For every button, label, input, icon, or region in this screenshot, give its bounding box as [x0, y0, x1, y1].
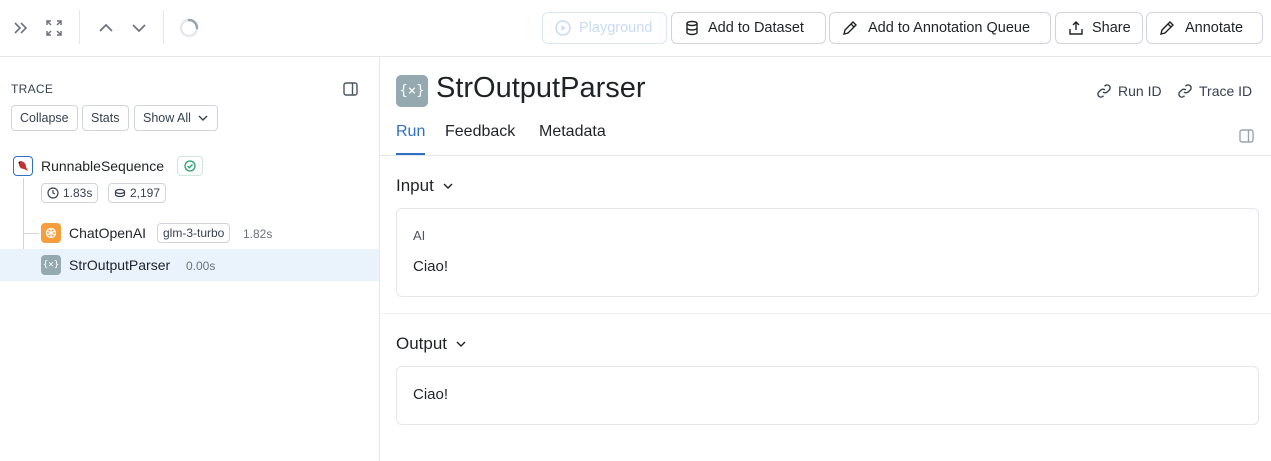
parser-icon: {×}	[396, 75, 428, 107]
toolbar-divider	[79, 10, 80, 44]
tab-metadata[interactable]: Metadata	[539, 123, 606, 141]
tree-node-stroutputparser[interactable]: {×} StrOutputParser 0.00s	[0, 249, 379, 281]
top-toolbar: Playground Add to Dataset Add to Annotat…	[0, 0, 1271, 57]
chevron-down-icon	[456, 341, 466, 347]
openai-icon	[41, 223, 61, 243]
run-id-label: Run ID	[1118, 83, 1162, 99]
trace-panel: TRACE Collapse Stats Show All RunnableSe…	[0, 57, 380, 461]
stats-button[interactable]: Stats	[82, 105, 129, 131]
message-content: Ciao!	[413, 258, 449, 275]
previous-run-icon[interactable]	[94, 16, 118, 40]
annotate-label: Annotate	[1185, 20, 1244, 36]
trace-id-link[interactable]: Trace ID	[1177, 83, 1252, 99]
tab-run[interactable]: Run	[396, 123, 425, 141]
parser-icon: {×}	[41, 255, 61, 275]
share-button[interactable]: Share	[1055, 12, 1143, 44]
coins-icon	[114, 188, 126, 198]
status-badge	[177, 156, 203, 176]
check-circle-icon	[184, 160, 196, 172]
add-to-queue-label: Add to Annotation Queue	[868, 20, 1031, 36]
duration-value: 1.83s	[63, 186, 93, 200]
playground-button[interactable]: Playground	[542, 12, 667, 44]
output-card: Ciao!	[396, 366, 1259, 425]
output-section-toggle[interactable]: Output	[396, 334, 467, 354]
tree-node-chatopenai[interactable]: ChatOpenAI glm-3-turbo 1.82s	[0, 217, 379, 249]
trace-id-label: Trace ID	[1199, 83, 1253, 99]
loading-spinner-icon	[177, 16, 201, 40]
message-role: AI	[413, 228, 426, 243]
pencil-icon	[843, 21, 857, 35]
pencil-icon	[1160, 21, 1174, 35]
input-card: AI Ciao!	[396, 208, 1259, 297]
upload-icon	[1069, 21, 1083, 35]
chevron-down-icon	[443, 183, 453, 189]
next-run-icon[interactable]	[127, 16, 151, 40]
input-title: Input	[396, 176, 434, 195]
show-all-label: Show All	[143, 111, 191, 125]
token-count: 2,197	[130, 186, 161, 200]
panel-toggle-icon[interactable]	[343, 82, 358, 101]
share-label: Share	[1092, 20, 1131, 36]
clock-icon	[47, 187, 59, 199]
parrot-icon	[13, 156, 33, 176]
node-duration: 1.82s	[243, 227, 273, 241]
play-icon	[555, 20, 571, 36]
node-name: StrOutputParser	[69, 257, 171, 273]
token-badge: 2,197	[108, 183, 167, 203]
collapse-label: Collapse	[20, 111, 69, 125]
run-detail-panel: {×} StrOutputParser Run ID Trace ID Run …	[380, 57, 1271, 461]
collapse-button[interactable]: Collapse	[11, 105, 78, 131]
chevron-down-icon	[198, 115, 208, 121]
node-name: RunnableSequence	[41, 158, 164, 174]
show-all-dropdown[interactable]: Show All	[134, 105, 218, 131]
trace-header: TRACE	[11, 82, 54, 96]
stats-label: Stats	[91, 111, 120, 125]
add-to-annotation-queue-button[interactable]: Add to Annotation Queue	[829, 12, 1051, 44]
input-section-toggle[interactable]: Input	[396, 176, 454, 196]
tab-feedback[interactable]: Feedback	[445, 123, 515, 141]
link-icon	[1178, 84, 1192, 98]
duration-badge: 1.83s	[41, 183, 99, 203]
annotate-button[interactable]: Annotate	[1146, 12, 1263, 44]
database-icon	[686, 20, 698, 36]
run-id-link[interactable]: Run ID	[1096, 83, 1162, 99]
fullscreen-icon[interactable]	[42, 16, 66, 40]
output-content: Ciao!	[413, 386, 449, 403]
panel-toggle-icon[interactable]	[1239, 129, 1254, 148]
page-title: StrOutputParser	[436, 72, 646, 104]
model-badge: glm-3-turbo	[157, 223, 231, 243]
output-title: Output	[396, 334, 448, 353]
expand-sidebar-icon[interactable]	[9, 16, 33, 40]
add-to-dataset-label: Add to Dataset	[708, 20, 804, 36]
playground-label: Playground	[579, 20, 653, 36]
tab-divider	[380, 155, 1271, 156]
link-icon	[1097, 84, 1111, 98]
model-name: glm-3-turbo	[163, 226, 225, 240]
section-divider	[380, 313, 1271, 314]
node-duration: 0.00s	[186, 259, 216, 273]
add-to-dataset-button[interactable]: Add to Dataset	[671, 12, 826, 44]
node-name: ChatOpenAI	[69, 225, 147, 241]
toolbar-divider	[163, 10, 164, 44]
